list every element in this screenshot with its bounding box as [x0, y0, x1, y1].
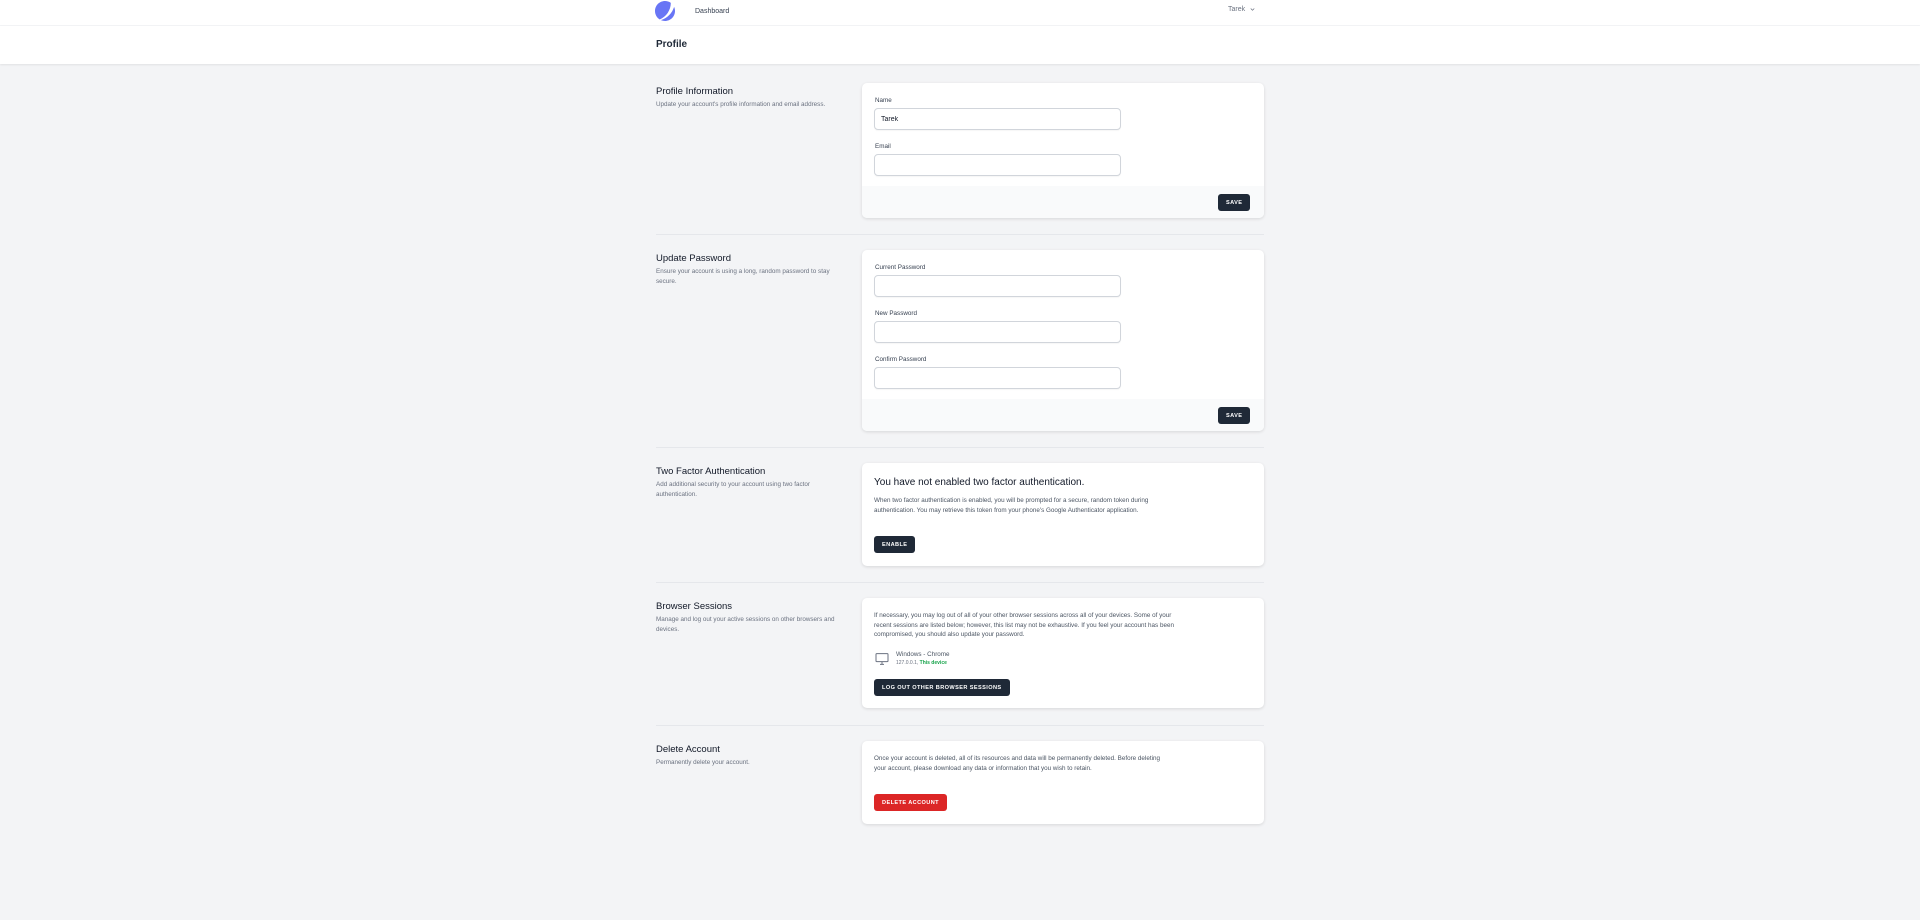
top-navigation: Dashboard Tarek	[0, 0, 1920, 26]
email-input[interactable]	[874, 154, 1121, 176]
two-factor-text: When two factor authentication is enable…	[874, 497, 1149, 514]
page-header: Profile	[0, 26, 1920, 64]
logout-other-sessions-button[interactable]: LOG OUT OTHER BROWSER SESSIONS	[874, 679, 1010, 696]
two-factor-title: Two Factor Authentication	[656, 466, 766, 477]
browser-sessions-text: If necessary, you may log out of all of …	[874, 612, 1174, 639]
delete-account-description: Permanently delete your account.	[656, 759, 750, 766]
browser-sessions-description: Manage and log out your active sessions …	[656, 616, 835, 633]
email-label: Email	[875, 143, 891, 150]
this-device-label: This device	[919, 660, 947, 666]
browser-sessions-card: If necessary, you may log out of all of …	[862, 598, 1264, 708]
delete-account-card: Once your account is deleted, all of its…	[862, 741, 1264, 824]
chevron-down-icon	[1250, 8, 1255, 11]
profile-info-description: Update your account's profile informatio…	[656, 101, 826, 108]
name-label: Name	[875, 97, 892, 104]
section-divider	[656, 582, 1264, 583]
delete-account-title: Delete Account	[656, 744, 720, 755]
section-divider	[656, 725, 1264, 726]
new-password-input[interactable]	[874, 321, 1121, 343]
section-divider	[656, 234, 1264, 235]
session-meta: 127.0.0.1, This device	[896, 660, 950, 666]
update-password-title: Update Password	[656, 253, 731, 264]
confirm-password-input[interactable]	[874, 367, 1121, 389]
confirm-password-label: Confirm Password	[875, 356, 927, 363]
profile-info-card: Name Email SAVE	[862, 83, 1264, 218]
browser-sessions-title: Browser Sessions	[656, 601, 733, 612]
delete-account-text: Once your account is deleted, all of its…	[874, 755, 1160, 772]
new-password-label: New Password	[875, 310, 917, 317]
app-logo-icon[interactable]	[655, 1, 675, 21]
two-factor-heading: You have not enabled two factor authenti…	[874, 477, 1085, 488]
current-password-label: Current Password	[875, 264, 926, 271]
two-factor-description: Add additional security to your account …	[656, 481, 811, 498]
update-password-description: Ensure your account is using a long, ran…	[656, 268, 830, 285]
user-menu-button[interactable]: Tarek	[1228, 6, 1256, 13]
current-password-input[interactable]	[874, 275, 1121, 297]
profile-info-title: Profile Information	[656, 86, 734, 97]
update-password-footer: SAVE	[862, 399, 1264, 431]
name-input[interactable]	[874, 108, 1121, 130]
update-password-card: Current Password New Password Confirm Pa…	[862, 250, 1264, 431]
session-platform: Windows - Chrome	[896, 651, 950, 658]
delete-account-button[interactable]: DELETE ACCOUNT	[874, 794, 947, 811]
profile-info-footer: SAVE	[862, 186, 1264, 218]
page-title: Profile	[656, 39, 688, 50]
session-details: Windows - Chrome 127.0.0.1, This device	[896, 651, 950, 666]
section-divider	[656, 447, 1264, 448]
enable-two-factor-button[interactable]: ENABLE	[874, 536, 916, 553]
nav-dashboard-link[interactable]: Dashboard	[695, 8, 729, 15]
user-name: Tarek	[1228, 6, 1246, 13]
session-ip: 127.0.0.1,	[896, 660, 919, 666]
profile-save-button[interactable]: SAVE	[1218, 194, 1251, 211]
password-save-button[interactable]: SAVE	[1218, 407, 1251, 424]
session-item: Windows - Chrome 127.0.0.1, This device	[874, 651, 950, 667]
two-factor-card: You have not enabled two factor authenti…	[862, 463, 1264, 566]
desktop-icon	[875, 653, 889, 665]
